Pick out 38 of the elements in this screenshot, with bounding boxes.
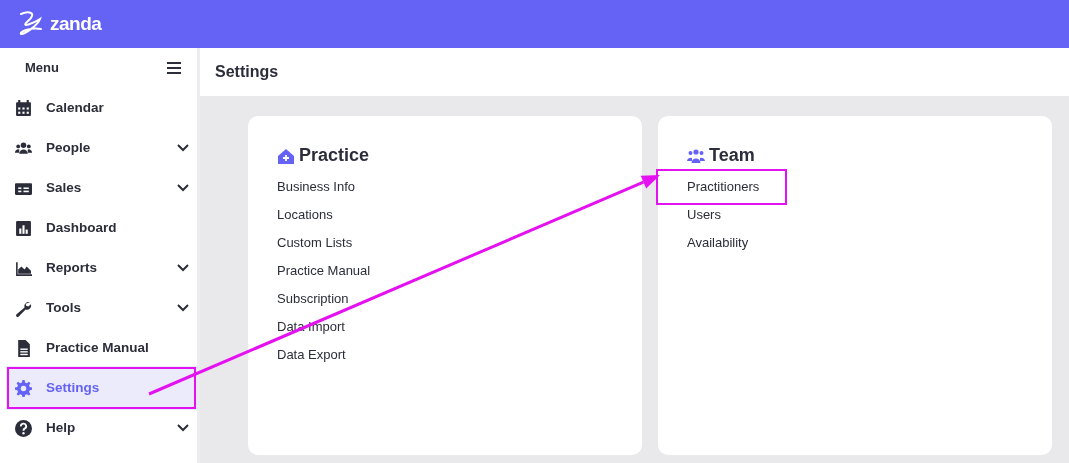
sidebar-item[interactable]: Practice Manual (0, 328, 197, 368)
chevron-icon[interactable] (177, 144, 189, 152)
sidebar-item[interactable]: Tools (0, 288, 197, 328)
card-title: Team (709, 144, 755, 167)
chevron-icon[interactable] (177, 424, 189, 432)
area-chart-icon (15, 259, 32, 277)
people-icon (687, 147, 705, 164)
chevron-icon[interactable] (177, 304, 189, 312)
settings-link[interactable]: Custom Lists (277, 233, 353, 253)
sidebar-item[interactable]: Sales (0, 168, 197, 208)
card-title: Practice (299, 144, 370, 167)
sidebar-item[interactable]: Reports (0, 248, 197, 288)
sidebar-item[interactable]: People (0, 128, 197, 168)
settings-link[interactable]: Practitioners (658, 171, 786, 203)
sidebar-item[interactable]: Calendar (0, 88, 197, 128)
brand-name: zanda (50, 11, 102, 36)
settings-link[interactable]: Data Export (277, 345, 346, 365)
sidebar-item[interactable]: Help (0, 408, 197, 448)
settings-link[interactable]: Subscription (277, 289, 349, 309)
wrench-icon (15, 299, 32, 317)
calendar-icon (15, 99, 32, 117)
settings-icon (15, 379, 32, 397)
sidebar-item[interactable]: Settings (6, 366, 197, 410)
menu-icon[interactable] (167, 62, 181, 74)
settings-link[interactable]: Users (687, 205, 721, 225)
chevron-icon[interactable] (177, 264, 189, 272)
settings-link[interactable]: Practice Manual (277, 261, 371, 281)
document-icon (15, 339, 32, 357)
settings-link[interactable]: Locations (277, 205, 333, 225)
settings-link[interactable]: Availability (687, 233, 749, 253)
chevron-icon[interactable] (177, 184, 189, 192)
menu-title: Menu (25, 59, 59, 78)
sidebar-item[interactable]: Dashboard (0, 208, 197, 248)
help-icon (15, 419, 32, 437)
settings-link[interactable]: Business Info (277, 177, 356, 197)
page-title: Settings (215, 62, 279, 82)
house-icon (277, 147, 295, 164)
bar-chart-icon (15, 219, 32, 237)
